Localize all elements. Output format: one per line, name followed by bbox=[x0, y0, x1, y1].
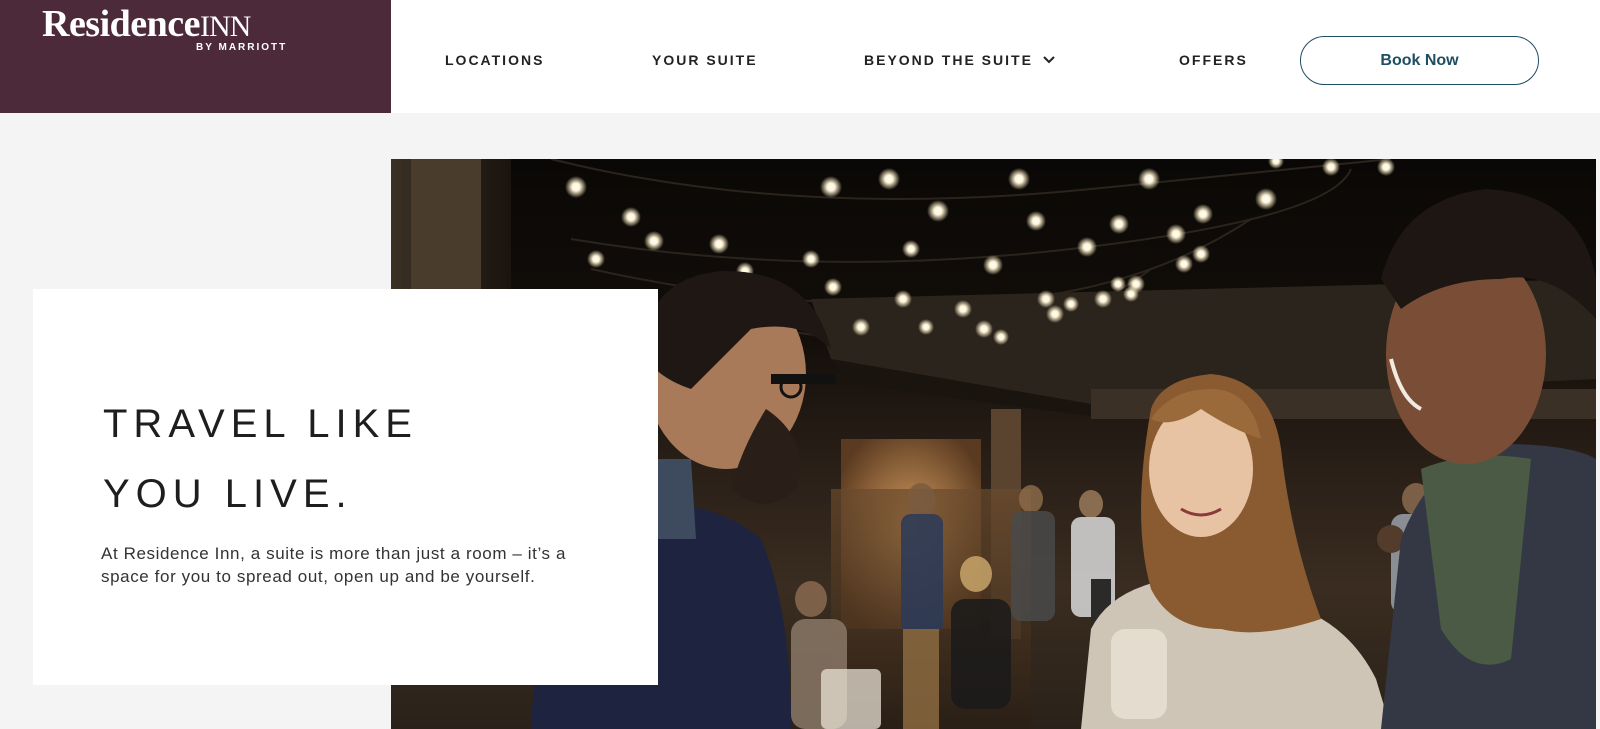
logo-name-suffix: INN bbox=[200, 10, 251, 43]
logo-wordmark: ResidenceINN bbox=[42, 2, 251, 46]
nav-locations[interactable]: LOCATIONS bbox=[445, 52, 544, 68]
nav-beyond-the-suite[interactable]: BEYOND THE SUITE bbox=[864, 52, 1033, 68]
logo-name: Residence bbox=[42, 3, 201, 45]
hero-description: At Residence Inn, a suite is more than j… bbox=[101, 544, 567, 586]
hero-title-line-1: TRAVEL LIKE bbox=[103, 402, 418, 446]
chevron-down-icon[interactable] bbox=[1041, 52, 1057, 68]
hero-title-line-2: YOU LIVE. bbox=[103, 472, 353, 516]
book-now-button[interactable]: Book Now bbox=[1300, 36, 1539, 85]
hero-title: TRAVEL LIKE YOU LIVE. bbox=[103, 389, 623, 529]
brand-logo[interactable]: ResidenceINN BY MARRIOTT bbox=[0, 0, 391, 113]
site-header: ResidenceINN BY MARRIOTT LOCATIONS YOUR … bbox=[0, 0, 1600, 113]
logo-subtitle: BY MARRIOTT bbox=[196, 42, 288, 53]
nav-offers[interactable]: OFFERS bbox=[1179, 52, 1248, 68]
nav-your-suite[interactable]: YOUR SUITE bbox=[652, 52, 758, 68]
page: ResidenceINN BY MARRIOTT LOCATIONS YOUR … bbox=[0, 0, 1600, 729]
hero-text-card: TRAVEL LIKE YOU LIVE. At Residence Inn, … bbox=[33, 289, 658, 685]
